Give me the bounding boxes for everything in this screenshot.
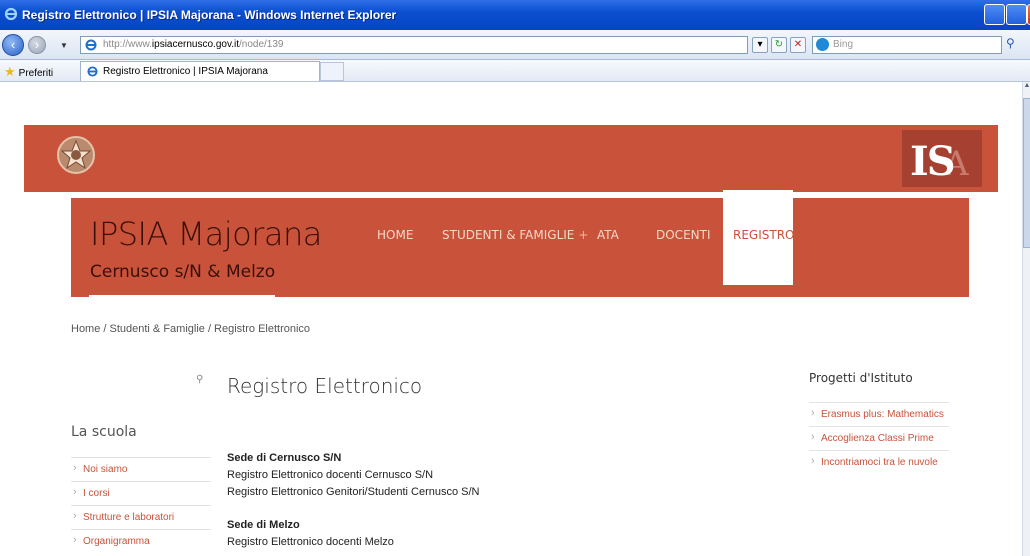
url-host: ipsiacernusco.gov.it	[151, 39, 239, 50]
bing-icon	[816, 38, 829, 51]
browser-tab[interactable]: Registro Elettronico | IPSIA Majorana	[80, 61, 320, 81]
sidebar-item-noi-siamo[interactable]: Noi siamo	[71, 457, 211, 481]
sidebar-menu: Noi siamo I corsi Strutture e laboratori…	[71, 457, 211, 553]
menu-label: HOME	[377, 228, 414, 242]
page-icon	[85, 39, 97, 51]
republic-emblem-icon	[57, 136, 95, 174]
url-path: /node/139	[239, 39, 284, 50]
slogan-divider	[89, 295, 275, 297]
top-banner: A IS	[24, 125, 998, 192]
menu-item-studenti[interactable]: STUDENTI & FAMIGLIE +	[442, 228, 588, 242]
favorites-label: Preferiti	[18, 68, 54, 79]
new-tab-button[interactable]	[320, 62, 344, 81]
section-heading-cernusco: Sede di Cernusco S/N	[227, 452, 342, 464]
page-title: Registro Elettronico	[227, 374, 423, 398]
menu-item-ata[interactable]: ATA	[597, 228, 619, 242]
site-header: IPSIA Majorana Cernusco s/N & Melzo HOME…	[71, 190, 969, 297]
site-slogan: Cernusco s/N & Melzo	[90, 262, 276, 282]
menu-label: ATA	[597, 228, 619, 242]
history-dropdown-icon[interactable]: ▼	[60, 41, 68, 50]
menu-item-registro[interactable]: REGISTRO	[723, 190, 795, 285]
menu-item-docenti[interactable]: DOCENTI	[656, 228, 711, 242]
logo-text: IS	[910, 138, 956, 185]
window-title: Registro Elettronico | IPSIA Majorana - …	[22, 8, 397, 22]
section-heading-melzo: Sede di Melzo	[227, 519, 300, 531]
sidebar-item-strutture[interactable]: Strutture e laboratori	[71, 505, 211, 529]
expand-plus-icon[interactable]: +	[578, 228, 588, 242]
sidebar-item-i-corsi[interactable]: I corsi	[71, 481, 211, 505]
favorites-button[interactable]: ★ Preferiti	[4, 64, 53, 80]
tab-page-icon	[87, 66, 98, 77]
rightbar-item-accoglienza[interactable]: Accoglienza Classi Prime	[809, 426, 949, 450]
link-docenti-cernusco[interactable]: Registro Elettronico docenti Cernusco S/…	[227, 469, 433, 481]
back-button[interactable]: ‹	[2, 34, 24, 56]
link-genitori-cernusco[interactable]: Registro Elettronico Genitori/Studenti C…	[227, 486, 480, 498]
address-dropdown-icon[interactable]: ▾	[752, 37, 768, 53]
search-go-icon[interactable]: ⚲	[1006, 36, 1030, 54]
school-logo[interactable]: A IS	[902, 130, 982, 187]
favorites-bar: ★ Preferiti Registro Elettronico | IPSIA …	[0, 60, 1030, 82]
scroll-thumb[interactable]	[1023, 98, 1030, 248]
search-placeholder: Bing	[833, 39, 854, 50]
url-prefix: http://www.	[103, 39, 152, 50]
vertical-scrollbar[interactable]: ▲	[1022, 82, 1030, 556]
link-docenti-melzo[interactable]: Registro Elettronico docenti Melzo	[227, 536, 394, 548]
menu-label: STUDENTI & FAMIGLIE	[442, 228, 575, 242]
tab-title: Registro Elettronico | IPSIA Majorana	[103, 66, 268, 77]
rightbar-item-erasmus[interactable]: Erasmus plus: Mathematics	[809, 402, 949, 426]
maximize-button[interactable]	[1006, 4, 1027, 25]
rightbar-title: Progetti d'Istituto	[809, 371, 913, 385]
sidebar-title: La scuola	[71, 424, 137, 440]
refresh-icon[interactable]: ↻	[771, 37, 787, 53]
rightbar-item-incontriamoci[interactable]: Incontriamoci tra le nuvole	[809, 450, 949, 474]
window-titlebar: Registro Elettronico | IPSIA Majorana - …	[0, 0, 1030, 30]
scroll-up-icon[interactable]: ▲	[1023, 82, 1030, 96]
site-name[interactable]: IPSIA Majorana	[90, 215, 322, 253]
menu-item-home[interactable]: HOME	[377, 228, 413, 242]
ie-logo-icon	[4, 7, 18, 21]
rightbar-menu: Erasmus plus: Mathematics Accoglienza Cl…	[809, 402, 949, 474]
star-icon: ★	[4, 64, 16, 79]
stop-icon[interactable]: ✕	[790, 37, 806, 53]
forward-button[interactable]: ›	[28, 36, 46, 54]
menu-label: REGISTRO	[733, 228, 795, 242]
address-toolbar: ‹ › ▼ http://www.ipsiacernusco.gov.it/no…	[0, 30, 1030, 60]
address-input[interactable]: http://www.ipsiacernusco.gov.it/node/139	[80, 36, 748, 54]
sidebar-item-organigramma[interactable]: Organigramma	[71, 529, 211, 553]
search-icon[interactable]: ⚲	[196, 374, 203, 385]
minimize-button[interactable]	[984, 4, 1005, 25]
menu-label: DOCENTI	[656, 228, 711, 242]
search-input[interactable]: Bing	[812, 36, 1002, 54]
breadcrumb[interactable]: Home / Studenti & Famiglie / Registro El…	[71, 323, 310, 335]
